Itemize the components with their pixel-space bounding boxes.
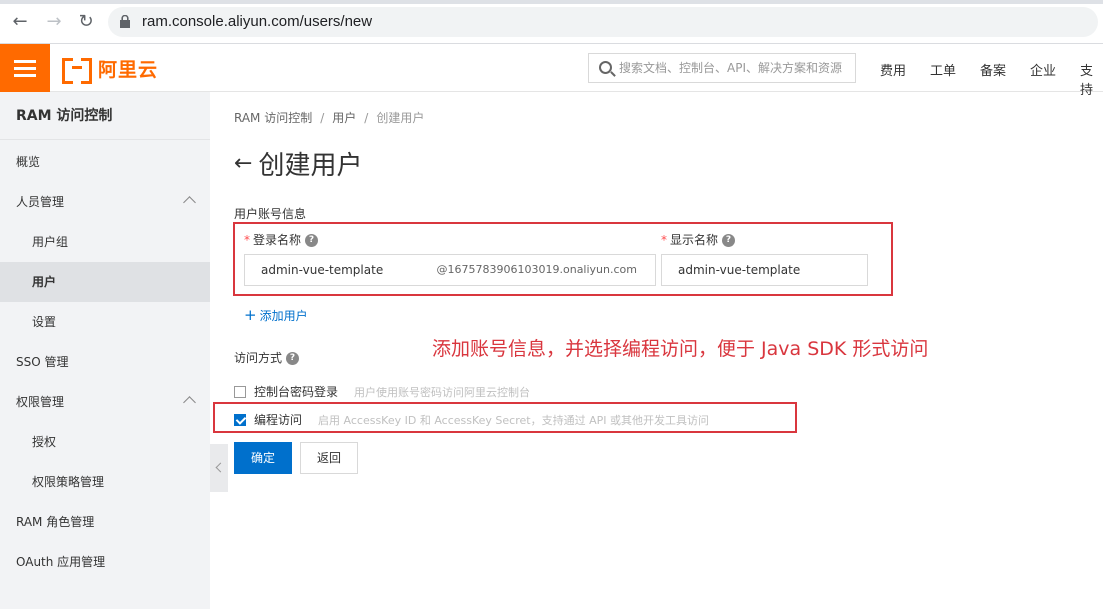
search-input[interactable] [619, 54, 853, 82]
breadcrumb-current: 创建用户 [376, 111, 425, 125]
console-login-checkbox[interactable] [234, 385, 246, 398]
sidebar-item-label: 人员管理 [16, 195, 65, 209]
sidebar-item-label: 授权 [32, 435, 57, 449]
nav-link-tickets[interactable]: 工单 [930, 60, 956, 79]
section-title: 用户账号信息 [234, 207, 307, 221]
sidebar-item-groups[interactable]: 用户组 [0, 222, 210, 262]
sidebar: RAM 访问控制 概览 人员管理 用户组 用户 设置 SSO 管理 权限管理 授… [0, 92, 210, 609]
help-icon[interactable]: ? [286, 352, 300, 365]
highlight-box-account [233, 222, 893, 296]
nav-link-support[interactable]: 支持 [1080, 60, 1103, 98]
menu-icon[interactable] [0, 44, 50, 92]
back-arrow-icon[interactable]: ← [234, 151, 252, 176]
sidebar-item-users[interactable]: 用户 [0, 262, 210, 302]
sidebar-item-label: OAuth 应用管理 [16, 555, 106, 569]
nav-link-fees[interactable]: 费用 [880, 60, 906, 79]
breadcrumb-users[interactable]: 用户 [332, 111, 356, 125]
sidebar-item-grants[interactable]: 授权 [0, 422, 210, 462]
logo-mark-icon [62, 58, 92, 84]
back-nav-icon[interactable]: ← [10, 12, 30, 32]
highlight-box-access [213, 402, 797, 433]
sidebar-item-settings[interactable]: 设置 [0, 302, 210, 342]
back-button[interactable]: 返回 [300, 442, 358, 474]
address-bar[interactable]: ram.console.aliyun.com/users/new [108, 7, 1098, 37]
sidebar-item-policies[interactable]: 权限策略管理 [0, 462, 210, 502]
tab-strip [0, 0, 1103, 4]
top-navigation: 阿里云 费用 工单 备案 企业 支持 [0, 44, 1103, 98]
sidebar-title: RAM 访问控制 [0, 92, 210, 140]
sidebar-item-label: SSO 管理 [16, 355, 69, 369]
sidebar-item-label: 权限策略管理 [32, 475, 105, 489]
add-user-link[interactable]: + 添加用户 [244, 306, 308, 324]
sidebar-item-permissions[interactable]: 权限管理 [0, 382, 210, 422]
console-login-option[interactable]: 控制台密码登录 用户使用账号密码访问阿里云控制台 [234, 383, 530, 400]
page-title-row: ← 创建用户 [234, 145, 362, 182]
confirm-button[interactable]: 确定 [234, 442, 292, 474]
global-search[interactable] [588, 53, 856, 83]
sidebar-item-label: 设置 [32, 315, 57, 329]
forward-nav-icon[interactable]: → [44, 12, 64, 32]
sidebar-item-label: RAM 角色管理 [16, 515, 95, 529]
browser-bar: ← → ↻ ram.console.aliyun.com/users/new [0, 0, 1103, 44]
aliyun-logo[interactable]: 阿里云 [62, 56, 159, 84]
sidebar-item-roles[interactable]: RAM 角色管理 [0, 502, 210, 542]
reload-icon[interactable]: ↻ [76, 12, 96, 32]
console-login-label: 控制台密码登录 [254, 385, 339, 399]
sidebar-item-label: 用户组 [32, 235, 69, 249]
sidebar-item-label: 概览 [16, 155, 41, 169]
add-user-label: 添加用户 [259, 309, 308, 323]
chevron-up-icon [183, 196, 196, 209]
nav-link-enterprise[interactable]: 企业 [1030, 60, 1056, 79]
brand-name: 阿里云 [98, 58, 159, 81]
sidebar-item-overview[interactable]: 概览 [0, 142, 210, 182]
url-text: ram.console.aliyun.com/users/new [142, 13, 373, 30]
sidebar-item-label: 权限管理 [16, 395, 65, 409]
search-icon [599, 61, 612, 74]
nav-link-icp[interactable]: 备案 [980, 60, 1006, 79]
breadcrumb: RAM 访问控制 / 用户 / 创建用户 [234, 111, 425, 125]
sidebar-item-sso[interactable]: SSO 管理 [0, 342, 210, 382]
sidebar-item-oauth[interactable]: OAuth 应用管理 [0, 542, 210, 582]
annotation-text: 添加账号信息，并选择编程访问，便于 Java SDK 形式访问 [432, 338, 929, 360]
breadcrumb-ram[interactable]: RAM 访问控制 [234, 111, 312, 125]
sidebar-collapse-handle[interactable] [210, 444, 228, 492]
sidebar-item-label: 用户 [32, 275, 57, 289]
sidebar-item-identities[interactable]: 人员管理 [0, 182, 210, 222]
access-mode-label: 访问方式? [234, 349, 300, 366]
plus-icon: + [244, 306, 257, 324]
chevron-up-icon [183, 396, 196, 409]
lock-icon [120, 15, 130, 28]
page-title: 创建用户 [258, 151, 363, 181]
console-login-desc: 用户使用账号密码访问阿里云控制台 [354, 385, 531, 399]
